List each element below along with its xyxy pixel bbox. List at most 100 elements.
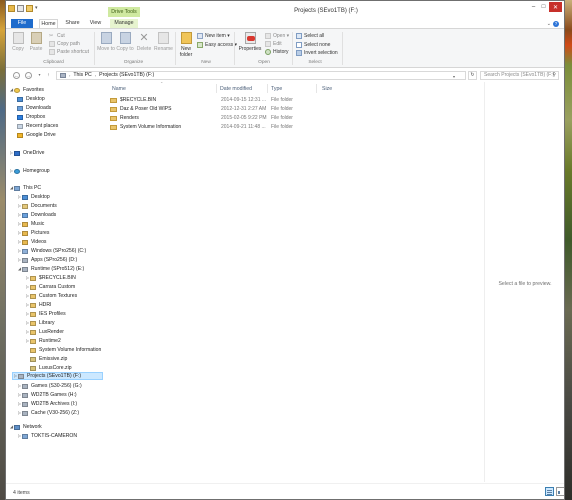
nav-drive-f-selected[interactable]: ▷ Projects (SEvo1TB) (F:) (12, 372, 103, 380)
invert-selection-button[interactable]: Invert selection (296, 50, 338, 56)
nav-this-pc-documents[interactable]: ▷ Documents (17, 202, 57, 210)
nav-drive-i[interactable]: ▷ WD2TB Archives (I:) (17, 400, 77, 408)
nav-this-pc-music[interactable]: ▷ Music (17, 220, 44, 228)
minimize-button[interactable]: – (529, 2, 538, 12)
details-view-icon[interactable] (545, 487, 554, 496)
back-arrow-icon[interactable]: ← (13, 72, 20, 79)
copy-path-button[interactable]: Copy path (49, 41, 80, 47)
large-icons-view-icon[interactable] (556, 487, 564, 496)
column-header-size[interactable]: Size (322, 85, 362, 93)
nav-runtime-child[interactable]: ▷ IES Profiles (25, 310, 66, 318)
nav-favorites-desktop[interactable]: Desktop (17, 95, 45, 103)
column-header-date-modified[interactable]: Date modified (220, 85, 266, 93)
nav-runtime-child[interactable]: ▷ $RECYCLE.BIN (25, 274, 76, 282)
search-input[interactable]: Search Projects (SEvo1TB) (F:) ⚲ (480, 71, 559, 80)
ribbon-expand-icon[interactable]: ⌄ (547, 21, 551, 27)
nav-runtime-child[interactable]: ▷ Library (25, 319, 55, 327)
nav-drive-d[interactable]: ▷ Apps (SPro256) (D:) (17, 256, 77, 264)
copy-button[interactable]: Copy (10, 32, 26, 52)
breadcrumb-chevron-icon[interactable]: › (69, 72, 70, 79)
nav-runtime-child[interactable]: ▷ Custom Textures (25, 292, 77, 300)
nav-this-pc-downloads[interactable]: ▷ Downloads (17, 211, 56, 219)
nav-drive-c[interactable]: ▷ Windows (SPro256) (C:) (17, 247, 86, 255)
nav-runtime-child[interactable]: ▷ LuxRender (25, 328, 64, 336)
breadcrumb-projects-drive[interactable]: Projects (SEvo1TB) (F:) (99, 72, 154, 79)
nav-drive-z[interactable]: ▷ Cache (V30-256) (Z:) (17, 409, 79, 417)
copy-to-button[interactable]: Copy to (116, 32, 134, 52)
new-folder-icon[interactable] (26, 5, 33, 12)
paste-shortcut-button[interactable]: Paste shortcut (49, 49, 89, 55)
recent-locations-chevron-icon[interactable]: ▾ (36, 72, 43, 79)
nav-homegroup[interactable]: ▷ Homegroup (9, 167, 50, 175)
edit-button[interactable]: Edit (265, 41, 282, 47)
table-row[interactable]: $RECYCLE.BIN 2014-09-15 12:31 ... File f… (108, 96, 478, 105)
copy-path-label: Copy path (57, 41, 80, 47)
nav-runtime-child[interactable]: LuxusCore.zip (25, 364, 72, 372)
nav-network[interactable]: ◢ Network (9, 423, 42, 431)
forward-arrow-icon[interactable]: → (25, 72, 32, 79)
easy-access-button[interactable]: Easy access ▾ (197, 42, 237, 48)
open-button[interactable]: Open ▾ (265, 33, 289, 39)
nav-onedrive[interactable]: ▷ OneDrive (9, 149, 45, 157)
cut-button[interactable]: ✂ Cut (49, 33, 65, 39)
breadcrumb-this-pc[interactable]: This PC (73, 72, 91, 79)
nav-this-pc-pictures[interactable]: ▷ Pictures (17, 229, 49, 237)
table-row[interactable]: Renders 2015-02-05 9:22 PM File folder (108, 114, 478, 123)
properties-icon[interactable] (17, 5, 24, 12)
column-header-name[interactable]: Name (112, 85, 212, 93)
nav-runtime-child[interactable]: Emissive.zip (25, 355, 67, 363)
paste-button[interactable]: Paste (28, 32, 44, 52)
tab-home[interactable]: Home (39, 19, 58, 28)
select-all-button[interactable]: Select all (296, 33, 324, 39)
nav-this-pc-videos[interactable]: ▷ Videos (17, 238, 47, 246)
folder-icon (30, 329, 36, 335)
close-button[interactable]: ✕ (549, 2, 562, 12)
tab-manage[interactable]: Manage (110, 19, 138, 28)
onedrive-icon (14, 150, 20, 156)
nav-network-computer[interactable]: ▷ TOKTIS-CAMERON (17, 432, 77, 440)
column-header-type[interactable]: Type (271, 85, 315, 93)
breadcrumb-chevron-icon[interactable]: › (95, 72, 96, 79)
column-divider[interactable] (316, 84, 317, 93)
properties-button[interactable]: Properties (237, 32, 263, 52)
nav-runtime-child[interactable]: ▷ Runtime2 (25, 337, 61, 345)
nav-runtime-child[interactable]: ▷ HDRI (25, 301, 52, 309)
nav-favorites-dropbox[interactable]: Dropbox (17, 113, 45, 121)
nav-drive-g[interactable]: ▷ Games (S30-256) (G:) (17, 382, 82, 390)
tab-share[interactable]: Share (64, 19, 81, 28)
customize-toolbar-chevron-icon[interactable]: ▾ (35, 5, 40, 12)
nav-label: Favorites (23, 87, 44, 93)
history-button[interactable]: History (265, 49, 289, 55)
nav-favorites[interactable]: ◢ Favorites (9, 86, 44, 94)
nav-favorites-google-drive[interactable]: Google Drive (17, 131, 56, 139)
new-folder-button[interactable]: New folder (177, 32, 195, 58)
delete-button[interactable]: ✕ Delete (135, 32, 153, 52)
select-none-button[interactable]: Select none (296, 42, 330, 48)
nav-this-pc[interactable]: ◢ This PC (9, 184, 41, 192)
tab-file[interactable]: File (11, 19, 33, 28)
table-row[interactable]: System Volume Information 2014-09-21 11:… (108, 123, 478, 132)
nav-runtime-child[interactable]: ▷ Carrara Custom (25, 283, 75, 291)
refresh-icon[interactable]: ↻ (468, 71, 477, 80)
address-dropdown-chevron-icon[interactable]: ▾ (453, 73, 455, 80)
new-item-button[interactable]: New item ▾ (197, 33, 230, 39)
explorer-folder-icon[interactable] (8, 5, 15, 12)
nav-drive-e[interactable]: ◢ Runtime (SPro512) (E:) (17, 265, 84, 273)
up-arrow-icon[interactable]: ↑ (45, 72, 52, 79)
column-divider[interactable] (216, 84, 217, 93)
move-to-button[interactable]: Move to (97, 32, 115, 52)
maximize-button[interactable]: □ (539, 2, 548, 12)
nav-favorites-recent-places[interactable]: Recent places (17, 122, 58, 130)
nav-runtime-child[interactable]: System Volume Information (25, 346, 101, 354)
address-bar[interactable]: › This PC › Projects (SEvo1TB) (F:) ▾ (56, 71, 466, 80)
nav-this-pc-desktop[interactable]: ▷ Desktop (17, 193, 50, 201)
nav-drive-h[interactable]: ▷ WD2TB Games (H:) (17, 391, 77, 399)
google-drive-icon (17, 132, 23, 138)
nav-favorites-downloads[interactable]: Downloads (17, 104, 51, 112)
column-divider[interactable] (267, 84, 268, 93)
help-icon[interactable]: ? (553, 21, 559, 27)
move-to-icon (100, 32, 112, 44)
table-row[interactable]: Daz & Poser Old WIPS 2012-12-31 2:27 AM … (108, 105, 478, 114)
tab-view[interactable]: View (87, 19, 104, 28)
rename-button[interactable]: Rename (154, 32, 173, 52)
